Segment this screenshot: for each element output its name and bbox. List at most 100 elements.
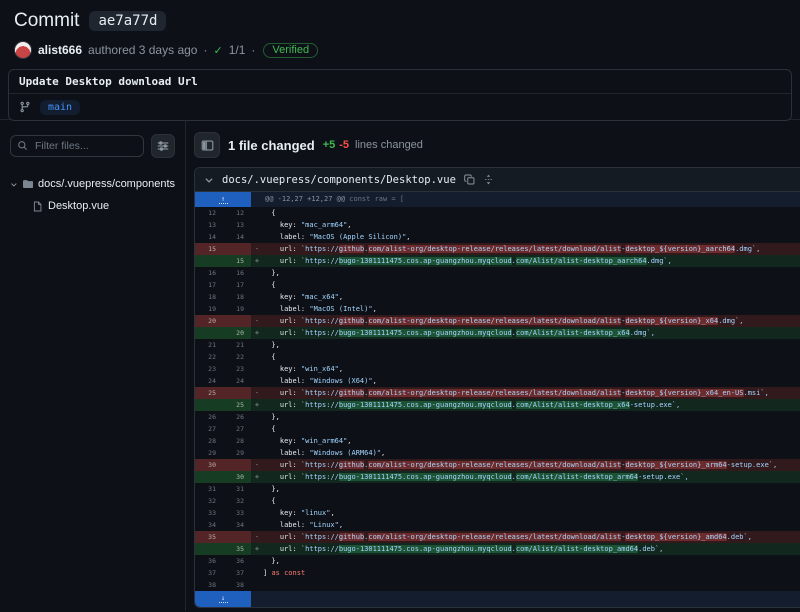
new-line-number[interactable]: 34 (223, 519, 251, 531)
old-line-number[interactable]: 29 (195, 447, 223, 459)
new-line-number[interactable] (223, 459, 251, 471)
diff-row-ctx: 3333 key: "linux", (195, 507, 800, 519)
file-path[interactable]: docs/.vuepress/components/Desktop.vue (222, 174, 456, 186)
avatar[interactable] (14, 41, 32, 59)
new-line-number[interactable]: 26 (223, 411, 251, 423)
expand-file-button[interactable] (483, 174, 494, 185)
old-line-number[interactable]: 34 (195, 519, 223, 531)
old-line-number[interactable]: 17 (195, 279, 223, 291)
file-tree: docs/.vuepress/components Desktop.vue (10, 173, 175, 217)
new-line-number[interactable]: 37 (223, 567, 251, 579)
old-line-number[interactable]: 31 (195, 483, 223, 495)
new-line-number[interactable]: 19 (223, 303, 251, 315)
diff-row-del: 20- url: `https://github.com/alist-org/d… (195, 315, 800, 327)
new-line-number[interactable]: 25 (223, 399, 251, 411)
old-line-number[interactable] (195, 255, 223, 267)
new-line-number[interactable]: 31 (223, 483, 251, 495)
diff-marker (251, 519, 263, 531)
new-line-number[interactable] (223, 531, 251, 543)
new-line-number[interactable]: 22 (223, 351, 251, 363)
new-line-number[interactable]: 14 (223, 231, 251, 243)
new-line-number[interactable] (223, 387, 251, 399)
diff-marker (251, 507, 263, 519)
old-line-number[interactable]: 37 (195, 567, 223, 579)
diff-row-ctx: 2121 }, (195, 339, 800, 351)
new-line-number[interactable]: 32 (223, 495, 251, 507)
code-line (263, 579, 800, 591)
new-line-number[interactable]: 21 (223, 339, 251, 351)
old-line-number[interactable]: 20 (195, 315, 223, 327)
old-line-number[interactable]: 38 (195, 579, 223, 591)
old-line-number[interactable]: 30 (195, 459, 223, 471)
old-line-number[interactable] (195, 471, 223, 483)
old-line-number[interactable]: 13 (195, 219, 223, 231)
code-line: { (263, 279, 800, 291)
toggle-file-tree-button[interactable] (194, 132, 220, 158)
new-line-number[interactable]: 33 (223, 507, 251, 519)
author-link[interactable]: alist666 (38, 43, 82, 57)
expand-up-button[interactable]: ↑ (195, 192, 251, 207)
old-line-number[interactable]: 36 (195, 555, 223, 567)
diff-marker (251, 483, 263, 495)
old-line-number[interactable]: 33 (195, 507, 223, 519)
new-line-number[interactable] (223, 243, 251, 255)
old-line-number[interactable]: 18 (195, 291, 223, 303)
new-line-number[interactable]: 38 (223, 579, 251, 591)
title-row: Commit ae7a77d (14, 10, 786, 32)
new-line-number[interactable]: 18 (223, 291, 251, 303)
old-line-number[interactable]: 28 (195, 435, 223, 447)
new-line-number[interactable]: 13 (223, 219, 251, 231)
old-line-number[interactable]: 22 (195, 351, 223, 363)
diff-marker (251, 339, 263, 351)
old-line-number[interactable]: 25 (195, 387, 223, 399)
old-line-number[interactable]: 23 (195, 363, 223, 375)
old-line-number[interactable] (195, 543, 223, 555)
old-line-number[interactable]: 27 (195, 423, 223, 435)
old-line-number[interactable]: 26 (195, 411, 223, 423)
expand-down-button[interactable]: ↓ (195, 591, 251, 607)
new-line-number[interactable]: 16 (223, 267, 251, 279)
old-line-number[interactable]: 16 (195, 267, 223, 279)
old-line-number[interactable]: 19 (195, 303, 223, 315)
diff-marker: - (251, 531, 263, 543)
tree-file-row[interactable]: Desktop.vue (10, 195, 175, 217)
new-line-number[interactable] (223, 315, 251, 327)
copy-path-button[interactable] (464, 174, 475, 185)
old-line-number[interactable] (195, 327, 223, 339)
new-line-number[interactable]: 28 (223, 435, 251, 447)
tree-folder-row[interactable]: docs/.vuepress/components (10, 173, 175, 195)
chevron-down-icon[interactable] (204, 175, 214, 185)
new-line-number[interactable]: 36 (223, 555, 251, 567)
old-line-number[interactable]: 14 (195, 231, 223, 243)
new-line-number[interactable]: 29 (223, 447, 251, 459)
new-line-number[interactable]: 35 (223, 543, 251, 555)
verified-badge[interactable]: Verified (263, 43, 318, 58)
file-diff-card: docs/.vuepress/components/Desktop.vue ↑@… (194, 167, 800, 608)
diff-marker (251, 411, 263, 423)
branch-chip[interactable]: main (40, 100, 80, 115)
tree-options-button[interactable] (151, 134, 175, 158)
new-line-number[interactable]: 20 (223, 327, 251, 339)
code-line: { (263, 351, 800, 363)
new-line-number[interactable]: 30 (223, 471, 251, 483)
new-line-number[interactable]: 23 (223, 363, 251, 375)
old-line-number[interactable]: 21 (195, 339, 223, 351)
new-line-number[interactable]: 12 (223, 207, 251, 219)
new-line-number[interactable]: 24 (223, 375, 251, 387)
old-line-number[interactable]: 15 (195, 243, 223, 255)
diff-marker: - (251, 315, 263, 327)
diff-rows: ↑@@ -12,27 +12,27 @@ const raw = [1212 {… (195, 192, 800, 607)
old-line-number[interactable]: 35 (195, 531, 223, 543)
diff-marker (251, 495, 263, 507)
code-line: key: "mac_arm64", (263, 219, 800, 231)
filter-files-input[interactable] (10, 135, 144, 157)
new-line-number[interactable]: 27 (223, 423, 251, 435)
new-line-number[interactable]: 15 (223, 255, 251, 267)
new-line-number[interactable]: 17 (223, 279, 251, 291)
checks-count[interactable]: 1/1 (229, 43, 246, 57)
old-line-number[interactable]: 12 (195, 207, 223, 219)
old-line-number[interactable]: 32 (195, 495, 223, 507)
code-line: label: "MacOS (Apple Silicon)", (263, 231, 800, 243)
old-line-number[interactable] (195, 399, 223, 411)
old-line-number[interactable]: 24 (195, 375, 223, 387)
